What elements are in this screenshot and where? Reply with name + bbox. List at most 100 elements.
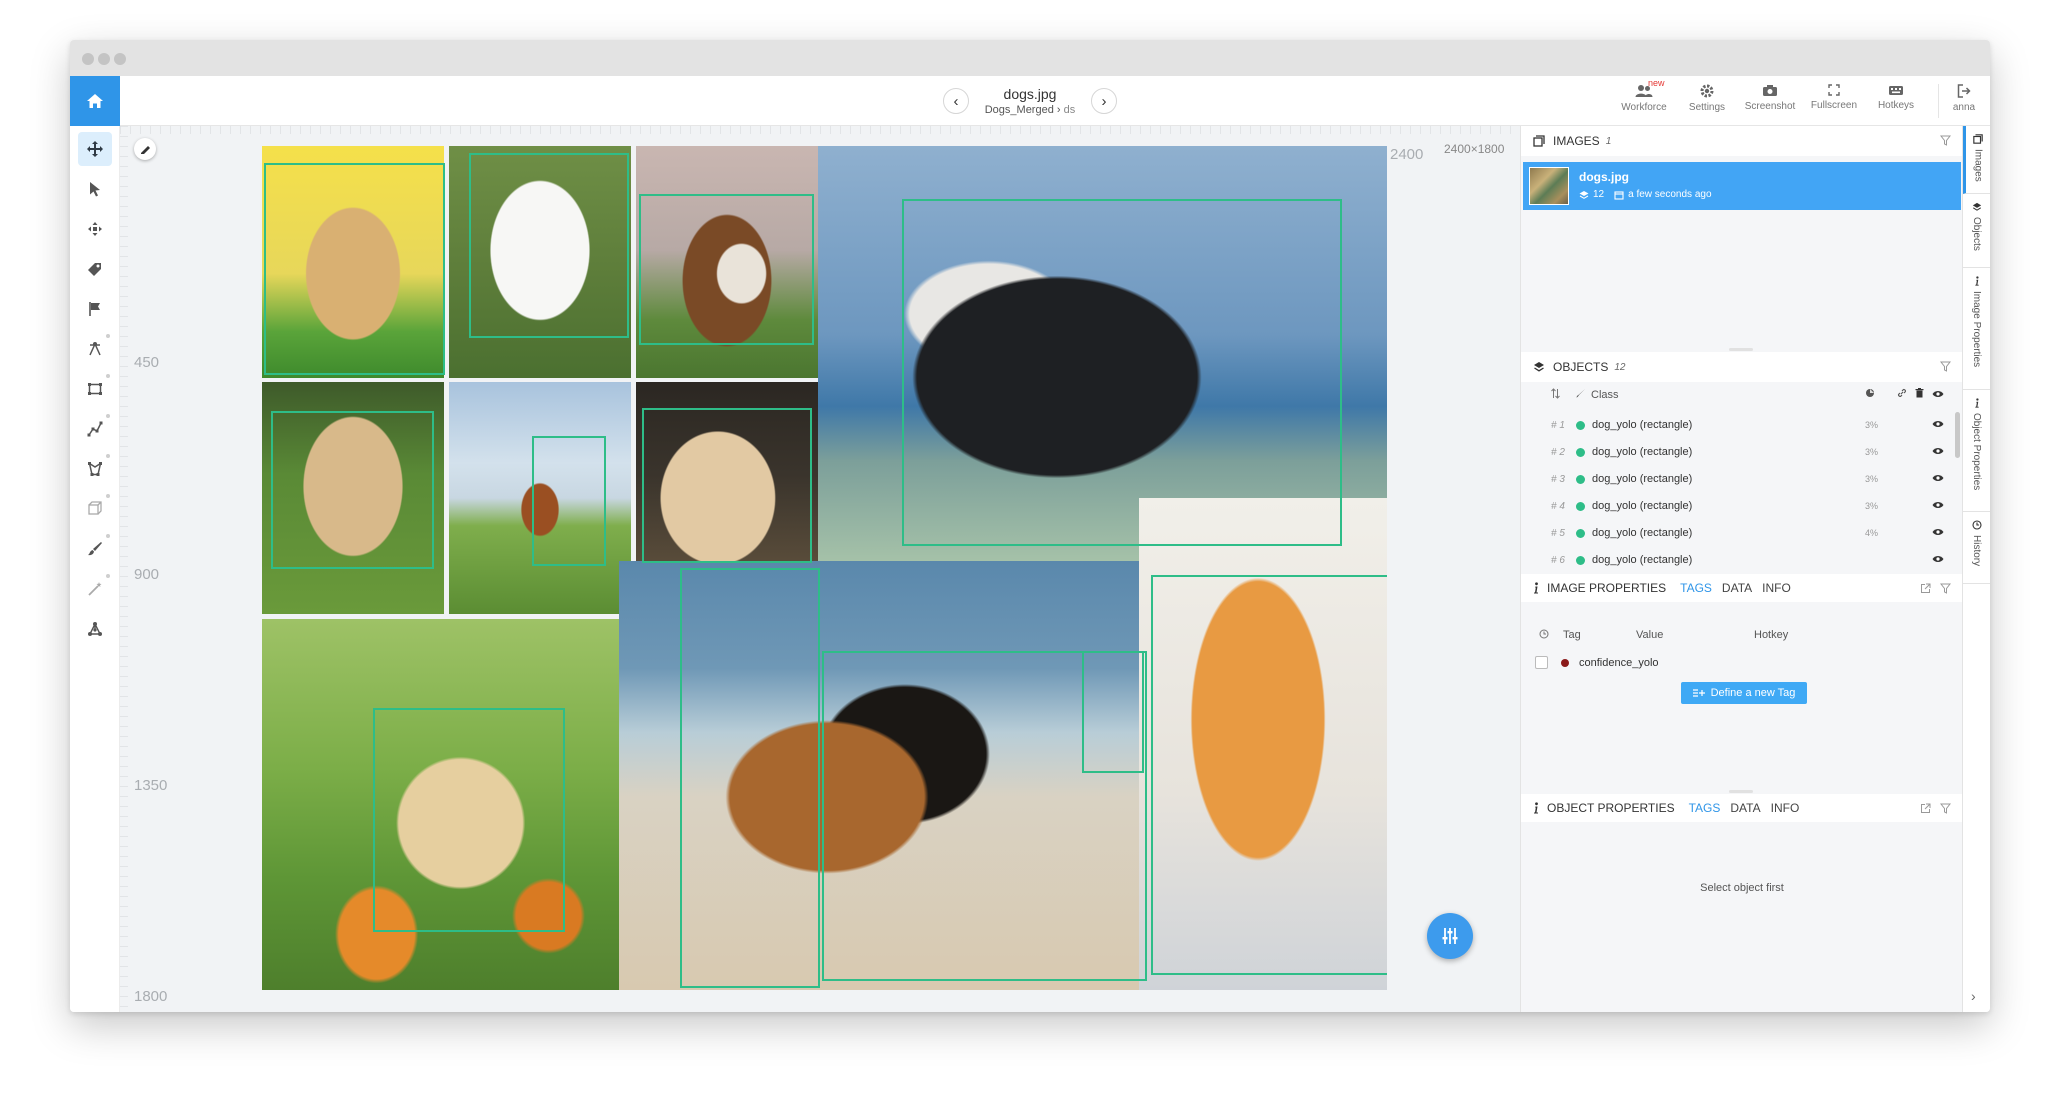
dataset-link[interactable]: ds [1064, 104, 1076, 116]
tag-checkbox[interactable] [1535, 656, 1548, 669]
eye-icon[interactable] [1932, 389, 1944, 401]
side-tab-image-properties[interactable]: Image Properties [1963, 268, 1990, 390]
sort-icon[interactable] [1551, 388, 1560, 402]
tag-tool[interactable] [78, 252, 112, 286]
polyline-icon [87, 421, 103, 437]
bbox-object-1[interactable] [264, 163, 445, 375]
side-tab-label: Objects [1971, 217, 1982, 251]
objects-panel-header[interactable]: OBJECTS 12 [1521, 352, 1963, 382]
bbox-object-7[interactable] [642, 408, 812, 563]
object-row[interactable]: # 4 dog_yolo (rectangle) 3% [1521, 493, 1951, 520]
filter-icon[interactable] [1939, 135, 1952, 149]
object-row[interactable]: # 5 dog_yolo (rectangle) 4% [1521, 520, 1951, 547]
object-row[interactable]: # 1 dog_yolo (rectangle) 3% [1521, 412, 1951, 439]
flag-tool[interactable] [78, 292, 112, 326]
image-properties-header[interactable]: IMAGE PROPERTIES TAGS DATA INFO [1521, 574, 1963, 602]
tab-data[interactable]: DATA [1730, 801, 1760, 815]
rectangle-tool[interactable] [78, 372, 112, 406]
eye-icon[interactable] [1932, 500, 1944, 512]
fullscreen-button[interactable]: Fullscreen [1802, 82, 1866, 111]
side-tab-history[interactable]: History [1963, 512, 1990, 584]
point-tool[interactable] [78, 332, 112, 366]
adjust-button[interactable] [1427, 913, 1473, 959]
bbox-object-9[interactable] [680, 568, 820, 988]
next-image-button[interactable]: › [1091, 88, 1117, 114]
select-tool[interactable] [78, 172, 112, 206]
bbox-object-6[interactable] [532, 436, 606, 566]
define-tag-button[interactable]: Define a new Tag [1681, 682, 1807, 704]
object-index: # 3 [1551, 474, 1565, 485]
polygon-tool[interactable] [78, 452, 112, 486]
link-icon[interactable] [1897, 388, 1907, 401]
objects-scrollbar[interactable] [1955, 412, 1960, 458]
object-index: # 4 [1551, 501, 1565, 512]
file-title: dogs.jpg [1003, 86, 1057, 102]
resize-handle[interactable] [1729, 348, 1753, 351]
filter-icon[interactable] [1939, 583, 1952, 597]
side-tab-label: Images [1972, 149, 1984, 182]
chevron-right-icon: › [1101, 92, 1107, 110]
pan-tool[interactable] [78, 212, 112, 246]
move-tool[interactable] [78, 132, 112, 166]
object-row[interactable]: # 2 dog_yolo (rectangle) 3% [1521, 439, 1951, 466]
filter-icon[interactable] [1939, 361, 1952, 375]
hotkeys-button[interactable]: Hotkeys [1864, 82, 1928, 111]
tag-column-header: Tag [1563, 629, 1581, 641]
brush-tool[interactable] [78, 532, 112, 566]
side-tab-images[interactable]: Images [1963, 126, 1990, 194]
tab-tags[interactable]: TAGS [1689, 801, 1721, 815]
image-list-item[interactable]: dogs.jpg 12 a few seconds ago [1523, 162, 1961, 210]
bbox-object-3[interactable] [639, 194, 814, 345]
object-row[interactable]: # 6 dog_yolo (rectangle) [1521, 547, 1951, 574]
filter-icon[interactable] [1939, 803, 1952, 817]
info-icon [1974, 398, 1979, 408]
settings-button[interactable]: Settings [1675, 82, 1739, 113]
tool-sidebar [70, 126, 120, 1012]
eye-icon[interactable] [1932, 419, 1944, 431]
chevron-right-icon[interactable]: › [1971, 988, 1976, 1004]
trash-icon[interactable] [1915, 388, 1924, 401]
bbox-object-11[interactable] [1151, 575, 1387, 975]
screenshot-button[interactable]: Screenshot [1738, 82, 1802, 112]
tab-data[interactable]: DATA [1722, 581, 1752, 595]
side-tab-objects[interactable]: Objects [1963, 194, 1990, 268]
sliders-icon [1442, 928, 1458, 944]
user-menu-button[interactable]: anna [1940, 82, 1988, 113]
object-properties-header[interactable]: OBJECT PROPERTIES TAGS DATA INFO [1521, 794, 1963, 822]
eye-icon[interactable] [1932, 473, 1944, 485]
right-panel: IMAGES 1 dogs.jpg 12 a few seconds ago O… [1520, 126, 1963, 1012]
tab-info[interactable]: INFO [1762, 581, 1791, 595]
bbox-object-8[interactable] [373, 708, 565, 932]
workforce-button[interactable]: new Workforce [1612, 78, 1676, 113]
magic-wand-tool[interactable] [78, 572, 112, 606]
external-link-icon[interactable] [1920, 803, 1931, 817]
tag-color-dot [1561, 659, 1569, 667]
resize-handle[interactable] [1729, 790, 1753, 793]
new-badge: new [1648, 78, 1665, 88]
annotation-canvas[interactable]: 450 900 1350 1800 2400 2400×1800 [120, 126, 1520, 1012]
bbox-object-4[interactable] [902, 199, 1342, 546]
bbox-object-5[interactable] [271, 411, 434, 569]
eye-icon[interactable] [1932, 527, 1944, 539]
images-icon [1533, 135, 1545, 147]
home-button[interactable] [70, 76, 120, 126]
cuboid-tool[interactable] [78, 492, 112, 526]
tab-tags[interactable]: TAGS [1680, 581, 1712, 595]
tab-info[interactable]: INFO [1771, 801, 1800, 815]
object-index: # 6 [1551, 555, 1565, 566]
eye-icon[interactable] [1932, 554, 1944, 566]
images-panel-header[interactable]: IMAGES 1 [1521, 126, 1963, 156]
polygon-icon [88, 461, 102, 476]
bbox-object-12[interactable] [1082, 651, 1144, 773]
external-link-icon[interactable] [1920, 583, 1931, 597]
graph-tool[interactable] [78, 612, 112, 646]
project-link[interactable]: Dogs_Merged [985, 104, 1054, 116]
dogs-image[interactable] [262, 146, 1387, 990]
side-tab-object-properties[interactable]: Object Properties [1963, 390, 1990, 512]
eye-icon[interactable] [1932, 446, 1944, 458]
polyline-tool[interactable] [78, 412, 112, 446]
submenu-indicator [106, 494, 110, 498]
bbox-object-2[interactable] [469, 153, 629, 338]
object-row[interactable]: # 3 dog_yolo (rectangle) 3% [1521, 466, 1951, 493]
pin-button[interactable] [134, 138, 156, 160]
